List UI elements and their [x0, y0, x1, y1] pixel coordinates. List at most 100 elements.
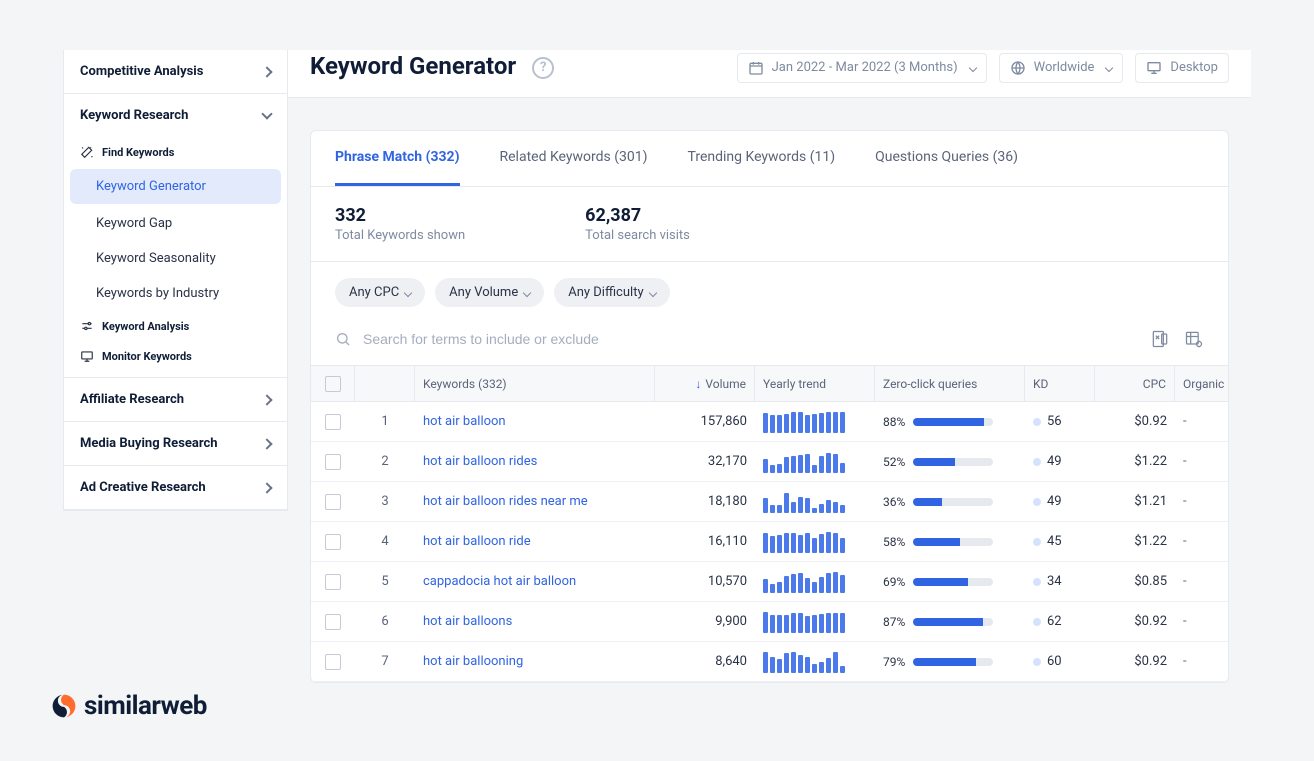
sidebar-group-label: Monitor Keywords: [102, 350, 192, 363]
col-zeroclick[interactable]: Zero-click queries: [875, 366, 1025, 401]
trend-chart: [763, 571, 867, 593]
keyword-link[interactable]: cappadocia hot air balloon: [423, 574, 576, 589]
table-row: 7hot air ballooning8,64079%60$0.92-: [311, 642, 1228, 682]
sidebar-section-label: Keyword Research: [80, 108, 188, 123]
volume-value: 32,170: [655, 454, 755, 469]
chevron-down-icon: [261, 108, 272, 119]
zero-click-cell: 36%: [875, 495, 1025, 509]
scope-selector[interactable]: Worldwide: [999, 53, 1124, 83]
keyword-link[interactable]: hot air balloons: [423, 614, 512, 629]
tab-related-keywords[interactable]: Related Keywords (301): [500, 131, 648, 186]
sidebar-section-affiliate[interactable]: Affiliate Research: [64, 378, 287, 421]
stats-row: 332 Total Keywords shown 62,387 Total se…: [311, 187, 1228, 262]
organic-value: -: [1175, 454, 1225, 469]
sidebar-item-label: Keyword Seasonality: [96, 251, 216, 266]
stat-total-visits: 62,387 Total search visits: [585, 205, 690, 243]
sidebar-section-media-buying[interactable]: Media Buying Research: [64, 422, 287, 465]
organic-value: -: [1175, 414, 1225, 429]
row-checkbox[interactable]: [325, 614, 341, 630]
sidebar-group-monitor-keywords[interactable]: Monitor Keywords: [64, 341, 287, 377]
organic-value: -: [1175, 614, 1225, 629]
sidebar-item-keywords-by-industry[interactable]: Keywords by Industry: [64, 276, 287, 311]
col-volume[interactable]: ↓Volume: [655, 366, 755, 401]
keyword-link[interactable]: hot air balloon rides near me: [423, 494, 588, 509]
sidebar-section-keyword-research[interactable]: Keyword Research: [64, 94, 287, 137]
kd-value: 34: [1047, 574, 1062, 589]
volume-value: 157,860: [655, 414, 755, 429]
kd-value: 49: [1047, 454, 1062, 469]
calendar-icon: [748, 60, 764, 76]
filter-volume[interactable]: Any Volume: [435, 278, 544, 307]
sidebar-group-label: Keyword Analysis: [102, 320, 189, 333]
row-checkbox[interactable]: [325, 654, 341, 670]
kd-value: 62: [1047, 614, 1062, 629]
sidebar-section-label: Competitive Analysis: [80, 64, 203, 79]
sidebar-group-keyword-analysis[interactable]: Keyword Analysis: [64, 311, 287, 341]
row-checkbox[interactable]: [325, 574, 341, 590]
table-body: 1hot air balloon157,86088%56$0.92-2hot a…: [311, 402, 1228, 682]
tab-label: Related Keywords (301): [500, 149, 648, 165]
table-row: 6hot air balloons9,90087%62$0.92-: [311, 602, 1228, 642]
kd-cell: 49: [1025, 454, 1095, 469]
tab-phrase-match[interactable]: Phrase Match (332): [335, 131, 460, 186]
column-label: KD: [1033, 377, 1048, 391]
column-label: Volume: [705, 377, 746, 391]
date-range-selector[interactable]: Jan 2022 - Mar 2022 (3 Months): [737, 53, 987, 83]
kd-cell: 56: [1025, 414, 1095, 429]
export-excel-icon[interactable]: [1150, 329, 1170, 349]
globe-icon: [1010, 60, 1026, 76]
col-organic[interactable]: Organic: [1175, 366, 1225, 401]
keyword-link[interactable]: hot air balloon: [423, 414, 506, 429]
row-checkbox[interactable]: [325, 534, 341, 550]
trend-chart: [763, 531, 867, 553]
stat-value: 332: [335, 205, 465, 226]
sidebar-item-keyword-seasonality[interactable]: Keyword Seasonality: [64, 241, 287, 276]
col-trend[interactable]: Yearly trend: [755, 366, 875, 401]
filter-label: Any Volume: [449, 285, 518, 300]
kd-value: 45: [1047, 534, 1062, 549]
cpc-value: $0.85: [1095, 574, 1175, 589]
kd-cell: 34: [1025, 574, 1095, 589]
stat-total-keywords: 332 Total Keywords shown: [335, 205, 465, 243]
sidebar-section-label: Ad Creative Research: [80, 480, 206, 495]
tab-questions-queries[interactable]: Questions Queries (36): [875, 131, 1018, 186]
filter-cpc[interactable]: Any CPC: [335, 278, 425, 307]
col-cpc[interactable]: CPC: [1095, 366, 1175, 401]
keyword-link[interactable]: hot air balloon ride: [423, 534, 531, 549]
device-selector[interactable]: Desktop: [1135, 53, 1229, 83]
row-checkbox[interactable]: [325, 454, 341, 470]
col-keywords[interactable]: Keywords (332): [415, 366, 655, 401]
results-card: Phrase Match (332) Related Keywords (301…: [310, 130, 1229, 683]
table-row: 1hot air balloon157,86088%56$0.92-: [311, 402, 1228, 442]
sidebar-group-label: Find Keywords: [102, 146, 174, 159]
sidebar-item-keyword-gap[interactable]: Keyword Gap: [64, 206, 287, 241]
sidebar-item-keyword-generator[interactable]: Keyword Generator: [70, 169, 281, 204]
row-index: 7: [355, 654, 415, 669]
search-input[interactable]: [359, 323, 1150, 355]
filter-difficulty[interactable]: Any Difficulty: [554, 278, 669, 307]
row-checkbox[interactable]: [325, 414, 341, 430]
col-kd[interactable]: KD: [1025, 366, 1095, 401]
sidebar-group-find-keywords[interactable]: Find Keywords: [64, 137, 287, 167]
sidebar-item-label: Keyword Generator: [96, 179, 206, 194]
select-all-checkbox[interactable]: [325, 376, 341, 392]
trend-chart: [763, 611, 867, 633]
organic-value: -: [1175, 654, 1225, 669]
sidebar: Competitive Analysis Keyword Research Fi…: [63, 50, 288, 511]
row-index: 4: [355, 534, 415, 549]
organic-value: -: [1175, 574, 1225, 589]
keyword-link[interactable]: hot air ballooning: [423, 654, 523, 669]
chevron-right-icon: [261, 482, 272, 493]
table-settings-icon[interactable]: [1184, 329, 1204, 349]
keyword-link[interactable]: hot air balloon rides: [423, 454, 537, 469]
zero-click-cell: 88%: [875, 415, 1025, 429]
cpc-value: $0.92: [1095, 414, 1175, 429]
row-checkbox[interactable]: [325, 494, 341, 510]
help-icon[interactable]: ?: [532, 57, 554, 79]
tab-trending-keywords[interactable]: Trending Keywords (11): [688, 131, 836, 186]
sidebar-section-ad-creative[interactable]: Ad Creative Research: [64, 466, 287, 509]
sidebar-section-competitive[interactable]: Competitive Analysis: [64, 50, 287, 93]
zero-click-pct: 58%: [883, 535, 905, 549]
zero-click-pct: 88%: [883, 415, 905, 429]
sidebar-item-label: Keyword Gap: [96, 216, 172, 231]
